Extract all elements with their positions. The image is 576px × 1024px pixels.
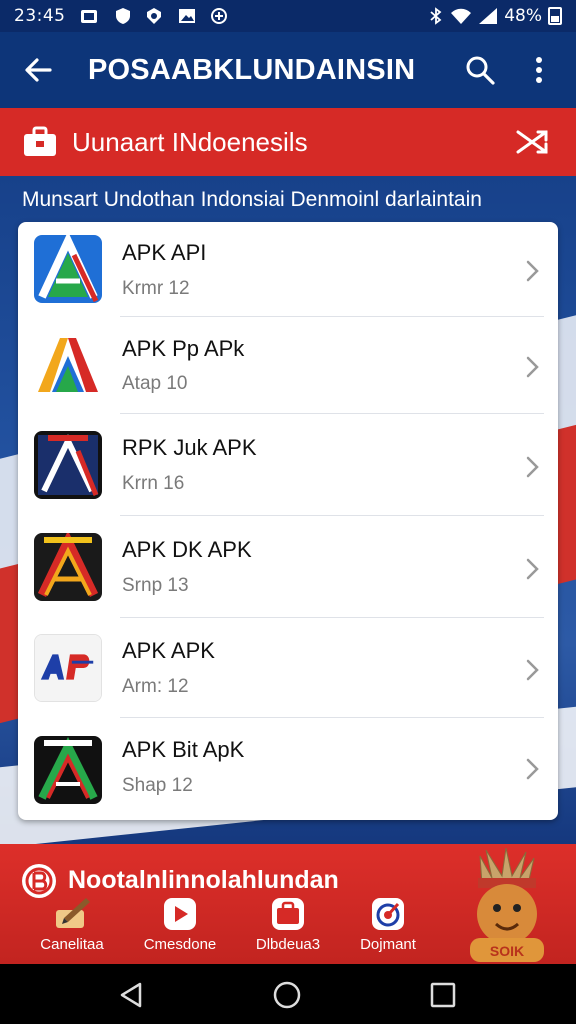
apk-app-icon-4: [34, 533, 102, 601]
mascot-text: SOIK: [490, 943, 524, 959]
app-name: APK Bit ApK: [122, 737, 245, 762]
home-nav-icon[interactable]: [272, 980, 302, 1010]
tab-cmesdone[interactable]: Cmesdone: [130, 894, 230, 960]
chevron-right-icon: [526, 659, 539, 681]
promo-text: Nootalnlinnolahlundan: [68, 866, 339, 894]
shuffle-icon[interactable]: [512, 122, 552, 162]
search-icon[interactable]: [462, 52, 498, 88]
wifi-icon: [451, 8, 472, 24]
list-item[interactable]: APK Pp APk Atap 10: [18, 317, 558, 414]
back-nav-icon[interactable]: [116, 980, 146, 1010]
chevron-right-icon: [526, 558, 539, 580]
brand-logo-icon: [22, 864, 56, 898]
target-icon: [372, 898, 404, 930]
apk-app-icon-5: [34, 634, 102, 702]
app-meta: Srnp 13: [122, 575, 189, 596]
briefcase-icon: [24, 126, 56, 156]
chevron-right-icon: [526, 356, 539, 378]
tab-label: Dlbdeua3: [255, 936, 321, 953]
promo-banner[interactable]: Uunaart INdoenesils: [0, 108, 576, 176]
tab-dlbdeua3[interactable]: Dlbdeua3: [238, 894, 338, 960]
page-title: POSAABKLUNDAINSIN: [88, 54, 416, 86]
apk-app-icon-3: [34, 431, 102, 499]
status-bar: 23:45 48%: [0, 0, 576, 32]
chevron-right-icon: [526, 758, 539, 780]
list-item[interactable]: APK API Krmr 12: [18, 222, 558, 317]
bluetooth-icon: [430, 7, 442, 25]
tab-label: Canelitaa: [40, 936, 104, 953]
image-icon: [179, 9, 195, 23]
shield-icon: [116, 8, 130, 24]
status-time: 23:45: [14, 6, 66, 26]
chevron-right-icon: [526, 456, 539, 478]
list-item[interactable]: APK APK Arm: 12: [18, 618, 558, 718]
briefcase-icon: [272, 898, 304, 930]
app-meta: Atap 10: [122, 373, 188, 394]
gallery-icon: [81, 10, 97, 23]
tab-canelitaa[interactable]: Canelitaa: [22, 894, 122, 960]
banner-text: Uunaart INdoenesils: [72, 127, 308, 157]
system-nav-bar: [0, 964, 576, 1024]
chevron-right-icon: [526, 260, 539, 282]
apk-app-icon-2: [34, 330, 102, 398]
list-item[interactable]: APK DK APK Srnp 13: [18, 516, 558, 618]
app-meta: Krrn 16: [122, 473, 185, 494]
signal-icon: [479, 8, 498, 24]
app-name: RPK Juk APK: [122, 435, 257, 460]
apk-app-icon-1: [34, 235, 102, 303]
battery-icon: [548, 7, 562, 25]
pencil-icon: [56, 898, 90, 928]
game-icon: [211, 8, 227, 24]
play-icon: [164, 898, 196, 930]
more-vert-icon[interactable]: [524, 52, 554, 88]
tab-label: Cmesdone: [143, 936, 217, 953]
app-meta: Shap 12: [122, 775, 193, 796]
app-meta: Arm: 12: [122, 676, 189, 697]
app-name: APK APK: [122, 638, 215, 663]
list-item[interactable]: APK Bit ApK Shap 12: [18, 718, 558, 820]
app-name: APK API: [122, 240, 207, 265]
app-list: APK API Krmr 12 APK Pp APk Atap 10 RPK J…: [18, 222, 558, 820]
list-item[interactable]: RPK Juk APK Krrn 16: [18, 414, 558, 516]
tab-dojmant[interactable]: Dojmant: [338, 894, 438, 960]
apk-app-icon-6: [34, 736, 102, 804]
app-meta: Krmr 12: [122, 278, 190, 299]
battery-percent: 48%: [504, 6, 542, 26]
app-name: APK Pp APk: [122, 336, 245, 361]
back-arrow-icon[interactable]: [20, 52, 56, 88]
app-name: APK DK APK: [122, 537, 252, 562]
shield-icon: [147, 8, 161, 24]
bottom-promo: Nootalnlinnolahlundan Canelitaa Cmesdone…: [0, 844, 576, 964]
status-right: 48%: [428, 6, 562, 26]
mascot-image: SOIK: [470, 848, 544, 962]
tab-label: Dojmant: [360, 936, 416, 953]
app-bar: POSAABKLUNDAINSIN: [0, 32, 576, 108]
section-subtitle: Munsart Undothan Indonsiai Denmoinl darl…: [22, 188, 482, 211]
recents-nav-icon[interactable]: [428, 980, 458, 1010]
